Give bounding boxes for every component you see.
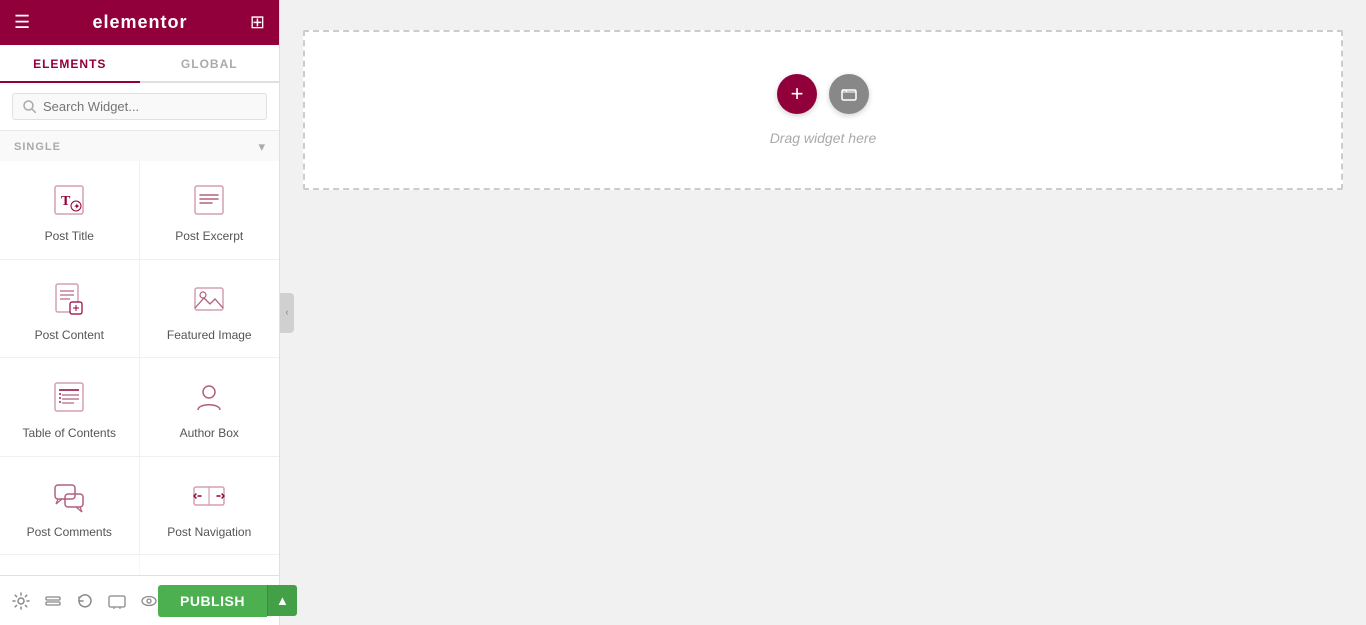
grid-icon[interactable]: ⊞: [250, 12, 265, 33]
search-box: [0, 83, 279, 131]
widget-table-of-contents-label: Table of Contents: [23, 426, 116, 442]
publish-btn-wrap: PUBLISH ▲: [158, 585, 297, 617]
layers-icon[interactable]: [44, 592, 62, 610]
tab-elements[interactable]: ELEMENTS: [0, 45, 140, 83]
search-input[interactable]: [43, 99, 256, 114]
add-section-button[interactable]: +: [777, 74, 817, 114]
widget-post-excerpt-label: Post Excerpt: [175, 229, 243, 245]
widget-post-title[interactable]: T ✦ Post Title: [0, 161, 140, 260]
main-canvas: + Drag widget here: [280, 0, 1366, 625]
widget-post-comments[interactable]: Post Comments: [0, 457, 140, 556]
panel-collapse-handle[interactable]: ‹: [280, 293, 294, 333]
app-title: elementor: [93, 12, 188, 33]
chevron-down-icon: ▾: [258, 139, 265, 155]
author-box-icon: [188, 376, 230, 418]
left-panel: ☰ elementor ⊞ ELEMENTS GLOBAL SINGLE ▾: [0, 0, 280, 625]
history-icon[interactable]: [76, 592, 94, 610]
publish-button[interactable]: PUBLISH: [158, 585, 267, 617]
widget-author-box-label: Author Box: [180, 426, 239, 442]
toolbar-icons: [12, 592, 158, 610]
post-title-icon: T ✦: [48, 179, 90, 221]
widget-more[interactable]: [0, 555, 140, 575]
widget-post-comments-label: Post Comments: [27, 525, 112, 541]
panel-header: ☰ elementor ⊞: [0, 0, 279, 45]
widgets-grid: T ✦ Post Title Post Excerpt: [0, 161, 279, 575]
panel-tabs: ELEMENTS GLOBAL: [0, 45, 279, 83]
post-comments-icon: [48, 475, 90, 517]
post-excerpt-icon: [188, 179, 230, 221]
add-template-button[interactable]: [829, 74, 869, 114]
widget-post-title-label: Post Title: [45, 229, 94, 245]
widget-table-of-contents[interactable]: Table of Contents: [0, 358, 140, 457]
widget-post-excerpt[interactable]: Post Excerpt: [140, 161, 280, 260]
drop-buttons: +: [777, 74, 869, 114]
widget-featured-image-label: Featured Image: [167, 328, 252, 344]
table-of-contents-icon: [48, 376, 90, 418]
search-input-wrap: [12, 93, 267, 120]
section-label-text: SINGLE: [14, 141, 61, 153]
canvas-drop-area[interactable]: + Drag widget here: [303, 30, 1343, 190]
publish-arrow-button[interactable]: ▲: [267, 585, 297, 616]
widget-author-box[interactable]: Author Box: [140, 358, 280, 457]
tab-global[interactable]: GLOBAL: [140, 45, 280, 81]
preview-icon[interactable]: [140, 592, 158, 610]
widget-post-content[interactable]: Post Content: [0, 260, 140, 359]
drag-widget-label: Drag widget here: [770, 130, 877, 146]
widget-featured-image[interactable]: Featured Image: [140, 260, 280, 359]
section-single[interactable]: SINGLE ▾: [0, 131, 279, 161]
widget-post-navigation-label: Post Navigation: [167, 525, 251, 541]
settings-icon[interactable]: [12, 592, 30, 610]
featured-image-icon: [188, 278, 230, 320]
bottom-toolbar: PUBLISH ▲: [0, 575, 279, 625]
widget-post-navigation[interactable]: Post Navigation: [140, 457, 280, 556]
widget-post-content-label: Post Content: [35, 328, 104, 344]
responsive-icon[interactable]: [108, 592, 126, 610]
chevron-left-icon: ‹: [285, 307, 288, 318]
svg-text:✦: ✦: [74, 202, 81, 211]
more-widget-icon: [48, 573, 90, 575]
search-icon: [23, 100, 36, 113]
post-content-icon: [48, 278, 90, 320]
svg-text:T: T: [61, 194, 71, 209]
hamburger-icon[interactable]: ☰: [14, 12, 30, 33]
post-navigation-icon: [188, 475, 230, 517]
